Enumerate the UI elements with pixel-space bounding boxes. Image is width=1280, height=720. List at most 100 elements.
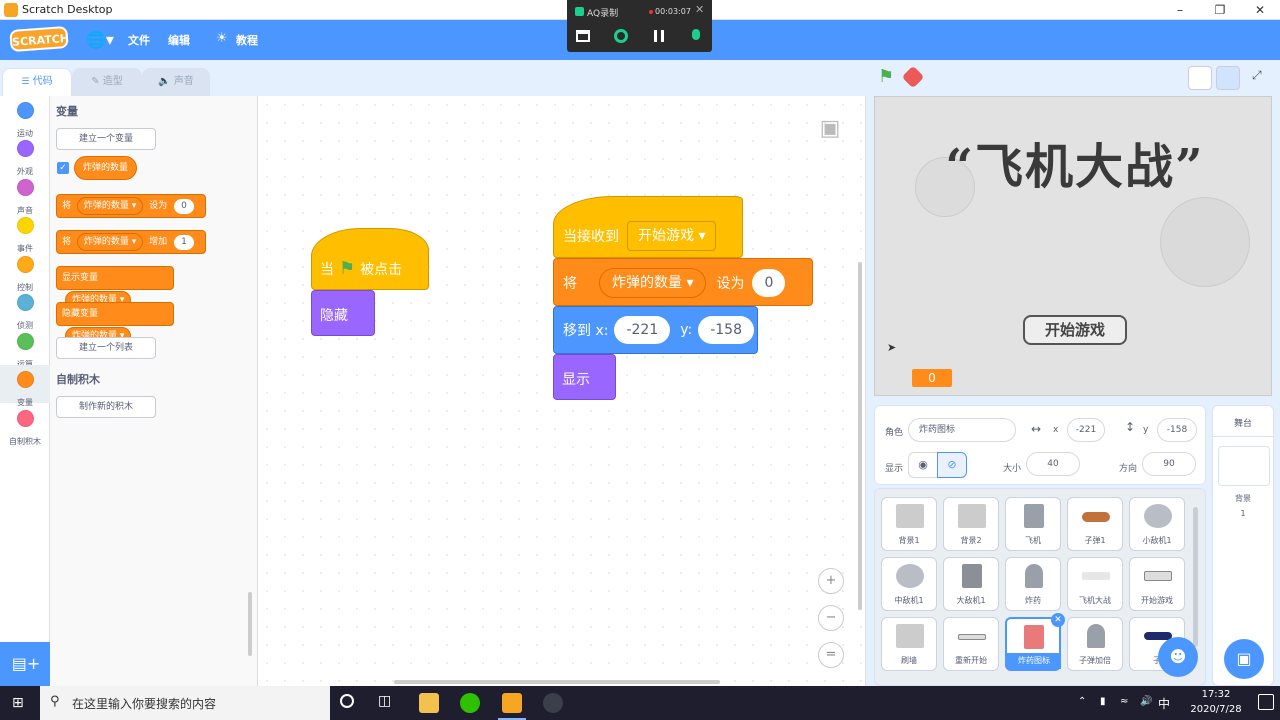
wifi-icon[interactable]: ≈: [1120, 696, 1128, 707]
volume-icon[interactable]: 🔊: [1140, 696, 1152, 707]
sprite-tile[interactable]: 炸药: [1005, 557, 1061, 611]
sprite-tile[interactable]: 刷墙: [881, 617, 937, 671]
make-variable-button[interactable]: 建立一个变量: [56, 128, 156, 150]
direction-input[interactable]: 90: [1142, 452, 1196, 476]
zoom-reset-icon[interactable]: =: [818, 642, 844, 668]
variable-dropdown[interactable]: 炸弹的数量 ▾: [76, 197, 144, 215]
sprite-tile[interactable]: 背景1: [881, 497, 937, 551]
minimize-button[interactable]: –: [1160, 0, 1200, 20]
sprite-list-scrollbar[interactable]: [1193, 507, 1198, 647]
category-looks[interactable]: 外观: [0, 134, 50, 176]
sprite-tile[interactable]: 子弹1: [1067, 497, 1123, 551]
add-extension-button[interactable]: ▤+: [0, 642, 52, 686]
category-sensing[interactable]: 侦测: [0, 288, 50, 330]
stage-canvas[interactable]: “飞机大战” 开始游戏 0 ➤: [874, 96, 1272, 396]
x-position-input[interactable]: -221: [1067, 418, 1105, 442]
tray-chevron-icon[interactable]: ⌃: [1078, 696, 1086, 707]
x-input[interactable]: -221: [614, 316, 671, 344]
palette-show-variable-block[interactable]: 显示变量 炸弹的数量 ▾: [56, 266, 174, 309]
battery-icon[interactable]: ▮: [1100, 696, 1106, 707]
when-receive-block[interactable]: 当接收到 开始游戏 ▾: [553, 196, 743, 258]
edit-menu[interactable]: 编辑: [168, 32, 190, 48]
show-block[interactable]: 显示: [553, 354, 616, 400]
start-game-sprite[interactable]: 开始游戏: [1023, 315, 1127, 345]
make-list-button[interactable]: 建立一个列表: [56, 337, 156, 359]
cortana-icon[interactable]: [340, 694, 354, 708]
ime-indicator[interactable]: 中: [1158, 695, 1170, 712]
variable-checkbox[interactable]: ✓: [57, 162, 69, 174]
tab-code[interactable]: ☰ 代码: [2, 68, 72, 98]
code-horizontal-scrollbar[interactable]: [394, 680, 720, 684]
hide-block[interactable]: 隐藏: [311, 290, 375, 336]
variable-reporter[interactable]: 炸弹的数量: [74, 156, 138, 180]
recorder-taskbar-icon[interactable]: [543, 693, 563, 713]
clock-date[interactable]: 2020/7/28: [1180, 704, 1252, 715]
sprite-tile[interactable]: 重新开始: [943, 617, 999, 671]
category-my-blocks[interactable]: 自制积木: [0, 404, 50, 446]
sprite-tile[interactable]: 小敌机1: [1129, 497, 1185, 551]
delete-sprite-icon[interactable]: ✕: [1051, 613, 1065, 627]
palette-hide-variable-block[interactable]: 隐藏变量 炸弹的数量 ▾: [56, 302, 174, 345]
fullscreen-icon[interactable]: ⤢: [1252, 68, 1262, 83]
sprite-tile-selected[interactable]: 炸药图标 ✕: [1005, 613, 1065, 671]
sprite-name-input[interactable]: 炸药图标: [908, 418, 1016, 442]
wechat-icon[interactable]: [460, 693, 480, 713]
file-menu[interactable]: 文件: [128, 32, 150, 48]
clock-time[interactable]: 17:32: [1188, 689, 1244, 700]
size-input[interactable]: 40: [1026, 452, 1080, 476]
palette-change-variable-block[interactable]: 将 炸弹的数量 ▾ 增加 1: [56, 230, 206, 254]
message-dropdown[interactable]: 开始游戏 ▾: [627, 221, 717, 251]
file-explorer-icon[interactable]: [419, 693, 439, 713]
notification-icon[interactable]: [1258, 694, 1274, 710]
category-operators[interactable]: 运算: [0, 327, 50, 369]
window-capture-icon[interactable]: [576, 30, 590, 42]
small-stage-icon[interactable]: [1188, 66, 1212, 90]
zoom-out-icon[interactable]: −: [818, 605, 844, 631]
category-motion[interactable]: 运动: [0, 96, 50, 138]
value-input[interactable]: 1: [174, 235, 194, 250]
variable-dropdown[interactable]: 炸弹的数量 ▾: [599, 268, 707, 298]
hide-eye-icon[interactable]: ⊘: [937, 452, 967, 478]
variable-dropdown[interactable]: 炸弹的数量 ▾: [76, 233, 144, 251]
y-position-input[interactable]: -158: [1157, 418, 1197, 442]
when-flag-clicked-block[interactable]: 当 ⚑ 被点击: [311, 228, 429, 290]
scratch-taskbar-icon[interactable]: [502, 693, 522, 713]
sprite-tile[interactable]: 开始游戏: [1129, 557, 1185, 611]
category-control[interactable]: 控制: [0, 250, 50, 292]
value-input[interactable]: 0: [174, 199, 194, 214]
add-backdrop-button[interactable]: ▣: [1224, 639, 1264, 679]
recorder-close-icon[interactable]: ✕: [695, 3, 704, 16]
goto-xy-block[interactable]: 移到 x: -221 y: -158: [553, 306, 758, 354]
zoom-in-icon[interactable]: +: [818, 568, 844, 594]
normal-stage-icon[interactable]: [1216, 66, 1240, 90]
category-events[interactable]: 事件: [0, 211, 50, 253]
sprite-tile[interactable]: 飞机大战: [1067, 557, 1123, 611]
category-sound[interactable]: 声音: [0, 173, 50, 215]
sprite-tile[interactable]: 子弹加倍: [1067, 617, 1123, 671]
set-variable-block[interactable]: 将 炸弹的数量 ▾ 设为 0: [553, 258, 813, 306]
windows-start-icon[interactable]: ⊞: [12, 695, 28, 711]
globe-icon[interactable]: 🌐▾: [86, 30, 114, 50]
y-input[interactable]: -158: [698, 316, 754, 344]
category-variables[interactable]: 变量: [0, 365, 50, 407]
palette-set-variable-block[interactable]: 将 炸弹的数量 ▾ 设为 0: [56, 194, 206, 218]
tab-sounds[interactable]: 🔈 声音: [142, 68, 210, 96]
taskbar-search[interactable]: ⚲ 在这里输入你要搜索的内容: [40, 686, 330, 720]
add-sprite-button[interactable]: ☻: [1158, 637, 1198, 677]
record-icon[interactable]: [614, 29, 628, 43]
set-value-input[interactable]: 0: [752, 269, 786, 297]
microphone-icon[interactable]: [692, 29, 700, 40]
code-vertical-scrollbar[interactable]: [858, 262, 862, 610]
make-block-button[interactable]: 制作新的积木: [56, 396, 156, 418]
show-eye-icon[interactable]: ◉: [908, 452, 938, 478]
tutorials-menu[interactable]: 教程: [236, 32, 258, 48]
sprite-tile[interactable]: 背景2: [943, 497, 999, 551]
tab-costumes[interactable]: ✎ 造型: [72, 68, 142, 96]
green-flag-icon[interactable]: ⚑: [878, 67, 898, 87]
scratch-logo[interactable]: SCRATCH: [9, 26, 69, 52]
sprite-tile[interactable]: 大敌机1: [943, 557, 999, 611]
palette-scrollbar[interactable]: [248, 592, 252, 656]
task-view-icon[interactable]: ◫: [378, 693, 391, 709]
sprite-tile[interactable]: 飞机: [1005, 497, 1061, 551]
pause-icon[interactable]: [654, 30, 664, 42]
